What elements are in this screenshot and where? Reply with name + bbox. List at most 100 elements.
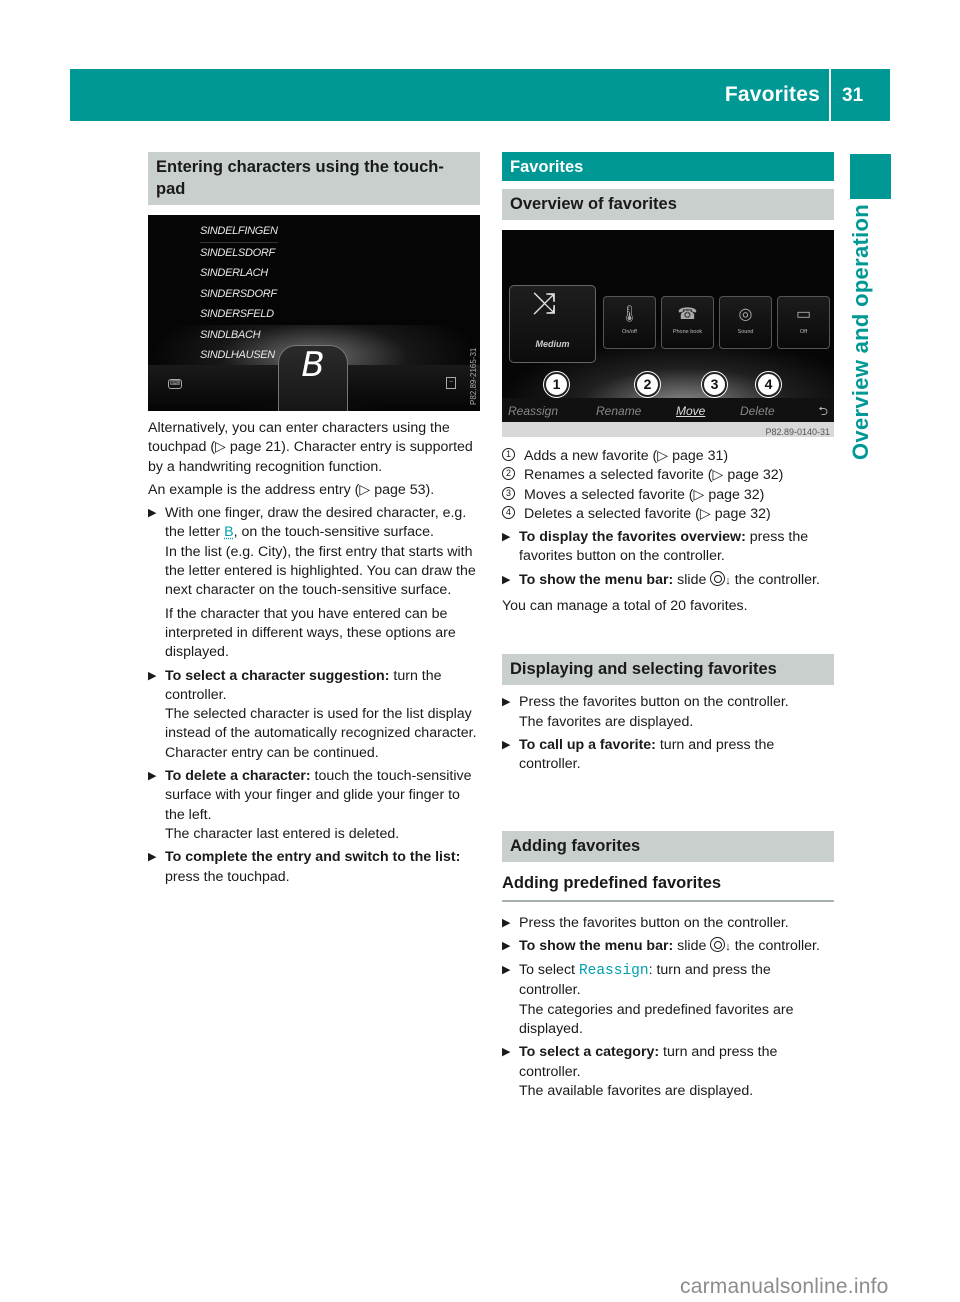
step-arrow-icon: ▶: [502, 1046, 511, 1059]
step-arrow-icon: ▶: [502, 939, 511, 952]
legend-item: 2 Renames a selected favorite (▷ page 32…: [502, 466, 834, 485]
section-heading-adding: Adding favorites: [502, 830, 834, 862]
drawn-letter: B: [301, 345, 325, 385]
callout-legend: 1 Adds a new favorite (▷ page 31) 2 Rena…: [502, 447, 834, 524]
instruction-step: ▶ To display the favorites overview: pre…: [502, 529, 809, 565]
section-heading-overview: Overview of favorites: [502, 189, 834, 220]
step-arrow-icon: ▶: [502, 916, 511, 929]
step-arrow-icon: ▶: [502, 696, 511, 709]
page-header: Favorites 31: [70, 69, 890, 121]
instruction-step: ▶ To complete the entry and switch to th…: [148, 849, 461, 885]
instruction-step: ▶ To show the menu bar: slide ↓ the cont…: [502, 570, 834, 591]
city-list-item: SINDELSDORF: [200, 246, 275, 259]
image-code-bar: P82.89-0140-31: [502, 422, 834, 437]
favorites-menu-bar: Reassign Rename Move Delete ⮌: [502, 398, 834, 422]
favorite-tile-main: ⤨ Medium: [509, 285, 596, 363]
step-arrow-icon: ▶: [502, 964, 511, 977]
phone-book-icon: ☎: [677, 306, 698, 323]
menu-item-move: Move: [676, 404, 706, 418]
header-divider: [829, 69, 831, 121]
heading-line: Entering characters using the touch-: [156, 158, 444, 176]
tile-label: On/off: [622, 328, 637, 335]
instruction-step: ▶ To select a category: turn and press t…: [502, 1043, 834, 1101]
step-arrow-icon: ▶: [502, 531, 511, 544]
step-result: The available favorites are displayed.: [519, 1082, 754, 1099]
left-column: Entering characters using the touch- pad…: [148, 152, 480, 887]
step-arrow-icon: ▶: [148, 669, 157, 682]
image-code: P82.89-2165-31: [469, 347, 478, 405]
display-icon: ▭: [795, 306, 812, 323]
right-column: Favorites Overview of favorites ⤨ Medium…: [502, 152, 834, 1101]
menu-item-delete: Delete: [740, 404, 775, 418]
step-arrow-icon: ▶: [148, 851, 157, 864]
reassign-menu-term: Reassign: [578, 963, 649, 980]
callout-marker: 2: [635, 372, 660, 397]
tile-label: Sound: [737, 328, 754, 335]
step-result: If the character that you have entered c…: [165, 605, 456, 661]
step-arrow-icon: ▶: [502, 573, 511, 586]
instruction-step: ▶ Press the favorites button on the cont…: [502, 693, 834, 732]
heading-line: pad: [156, 180, 186, 198]
touchpad-screenshot: SINDELFINGEN SINDELSDORF SINDERLACH SIND…: [148, 215, 480, 411]
tile-label: Medium: [535, 338, 570, 349]
callout-number: 1: [502, 448, 515, 461]
step-result: The selected character is used for the l…: [165, 706, 477, 761]
callout-marker: 1: [544, 372, 569, 397]
favorite-tile: ◎ Sound: [719, 296, 772, 349]
step-result: The character last entered is deleted.: [165, 825, 400, 842]
city-list-item: SINDERSDORF: [200, 287, 277, 300]
keyboard-icon: ⌨: [168, 379, 182, 389]
city-list-item: SINDERLACH: [200, 267, 268, 279]
image-code: P82.89-0140-31: [765, 427, 830, 437]
handwriting-pad: B: [278, 345, 348, 411]
callout-number: 2: [502, 467, 515, 481]
instruction-step: ▶ To call up a favorite: turn and press …: [502, 736, 775, 773]
city-list: SINDELFINGEN SINDELSDORF SINDERLACH SIND…: [200, 221, 278, 366]
city-list-item: SINDERSFELD: [200, 308, 274, 320]
instruction-step: ▶ To show the menu bar: slide ↓ the cont…: [502, 936, 834, 957]
instruction-step: ▶ To select a character suggestion: turn…: [148, 667, 480, 763]
tile-label: Phone book: [672, 328, 703, 335]
back-icon: ⮌: [818, 404, 828, 418]
step-arrow-icon: ▶: [148, 507, 157, 520]
example-paragraph: An example is the address entry (▷ page …: [148, 481, 435, 498]
callout-marker: 4: [756, 372, 781, 397]
callout-number: 4: [502, 505, 515, 519]
legend-item: 3 Moves a selected favorite (▷ page 32): [502, 486, 834, 505]
thermometer-icon: 🌡: [619, 306, 640, 323]
section-heading-touchpad: Entering characters using the touch- pad: [148, 152, 480, 205]
subheading-predefined: Adding predefined favorites: [502, 872, 834, 902]
watermark-link[interactable]: carmanualsonline.info: [680, 1275, 889, 1299]
favorite-tile: 🌡 On/off: [603, 296, 656, 349]
chapter-heading: Favorites: [502, 152, 834, 181]
callout-marker: 3: [702, 372, 727, 397]
header-section-title: Favorites: [724, 83, 820, 106]
instruction-step: ▶ To delete a character: touch the touch…: [148, 767, 480, 844]
step-arrow-icon: ▶: [502, 738, 511, 751]
city-list-item: SINDELFINGEN: [200, 221, 278, 243]
letter-b-highlight: B: [224, 524, 234, 541]
chapter-tab-label: Overview and operation: [848, 203, 873, 460]
tile-label: Off: [799, 328, 808, 335]
controller-icon: [710, 570, 726, 586]
step-arrow-icon: ▶: [148, 770, 157, 783]
instruction-step: ▶ To select Reassign: turn and press the…: [502, 961, 834, 1039]
city-list-item: SINDLHAUSEN: [200, 349, 275, 361]
sound-icon: ◎: [738, 306, 753, 323]
city-list-item: SINDLBACH: [200, 328, 261, 341]
instruction-step: ▶ Press the favorites button on the cont…: [502, 914, 834, 933]
intro-paragraph: Alternatively, you can enter characters …: [148, 420, 473, 475]
legend-item: 1 Adds a new favorite (▷ page 31): [502, 447, 834, 466]
step-result: The favorites are displayed.: [519, 713, 694, 730]
step-result: In the list (e.g. City), the first entry…: [165, 543, 476, 599]
favorites-screenshot: ⤨ Medium 🌡 On/off ☎ Phone book ◎ Sound ▭…: [502, 230, 834, 437]
callout-number: 3: [502, 486, 515, 500]
menu-item-reassign: Reassign: [508, 404, 559, 418]
page-number: 31: [842, 85, 864, 106]
delete-icon: −: [446, 377, 456, 389]
step-result: The categories and predefined favorites …: [519, 1001, 794, 1038]
favorite-tile: ▭ Off: [777, 296, 830, 349]
shuffle-icon: ⤨: [532, 287, 556, 320]
controller-icon: [710, 936, 726, 952]
favorites-limit-note: You can manage a total of 20 favorites.: [502, 598, 748, 615]
